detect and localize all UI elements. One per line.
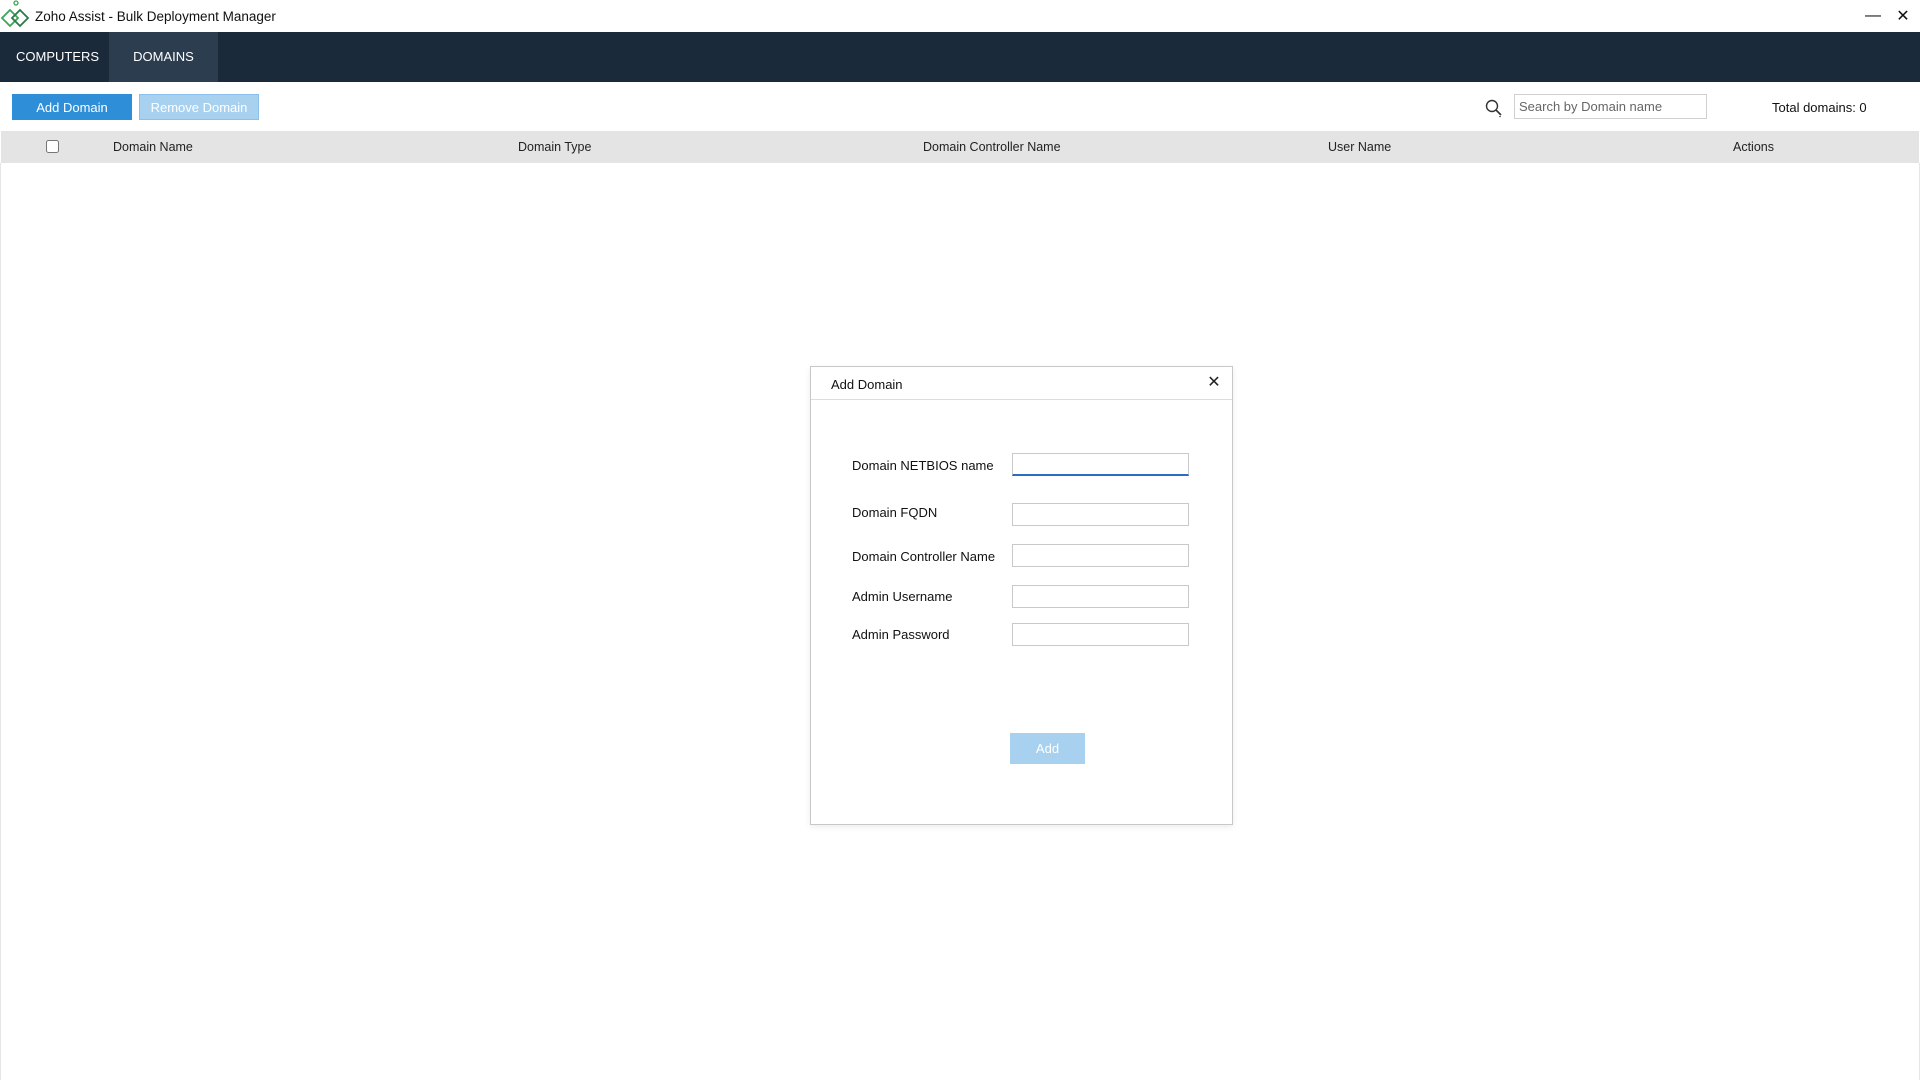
column-header-domain-type[interactable]: Domain Type [518, 140, 591, 154]
admin-username-label: Admin Username [852, 589, 953, 604]
fqdn-field[interactable] [1012, 503, 1189, 526]
close-window-button[interactable]: ✕ [1884, 0, 1920, 32]
add-submit-button[interactable]: Add [1010, 733, 1085, 764]
zoho-assist-logo-icon [0, 0, 30, 28]
fqdn-label: Domain FQDN [852, 505, 938, 520]
domain-controller-name-field[interactable] [1012, 544, 1189, 567]
netbios-name-label: Domain NETBIOS name [852, 458, 994, 473]
admin-username-field[interactable] [1012, 585, 1189, 608]
domain-controller-name-label: Domain Controller Name [852, 549, 996, 564]
window-title: Zoho Assist - Bulk Deployment Manager [35, 9, 276, 24]
add-domain-dialog: Add Domain ✕ Domain NETBIOS name Domain … [810, 366, 1233, 825]
dialog-header: Add Domain ✕ [811, 367, 1232, 400]
add-domain-button[interactable]: Add Domain [12, 94, 132, 120]
search-icon[interactable] [1484, 98, 1504, 118]
column-header-domain-name[interactable]: Domain Name [113, 140, 193, 154]
netbios-name-field[interactable] [1012, 453, 1189, 476]
admin-password-field[interactable] [1012, 623, 1189, 646]
top-nav-bar: COMPUTERS DOMAINS [0, 32, 1920, 82]
column-header-domain-controller-name[interactable]: Domain Controller Name [923, 140, 1061, 154]
select-all-checkbox[interactable] [46, 140, 59, 153]
title-bar: Zoho Assist - Bulk Deployment Manager — … [0, 0, 1920, 32]
column-header-user-name[interactable]: User Name [1328, 140, 1391, 154]
total-domains-count: Total domains: 0 [1772, 100, 1867, 115]
column-header-actions: Actions [1733, 140, 1774, 154]
tab-computers[interactable]: COMPUTERS [0, 32, 115, 82]
dialog-close-icon[interactable]: ✕ [1204, 373, 1224, 393]
search-input[interactable] [1514, 94, 1707, 119]
admin-password-label: Admin Password [852, 627, 950, 642]
dialog-title: Add Domain [831, 377, 903, 392]
tab-domains[interactable]: DOMAINS [109, 32, 218, 82]
table-header: Domain Name Domain Type Domain Controlle… [1, 131, 1919, 163]
remove-domain-button[interactable]: Remove Domain [139, 94, 259, 120]
